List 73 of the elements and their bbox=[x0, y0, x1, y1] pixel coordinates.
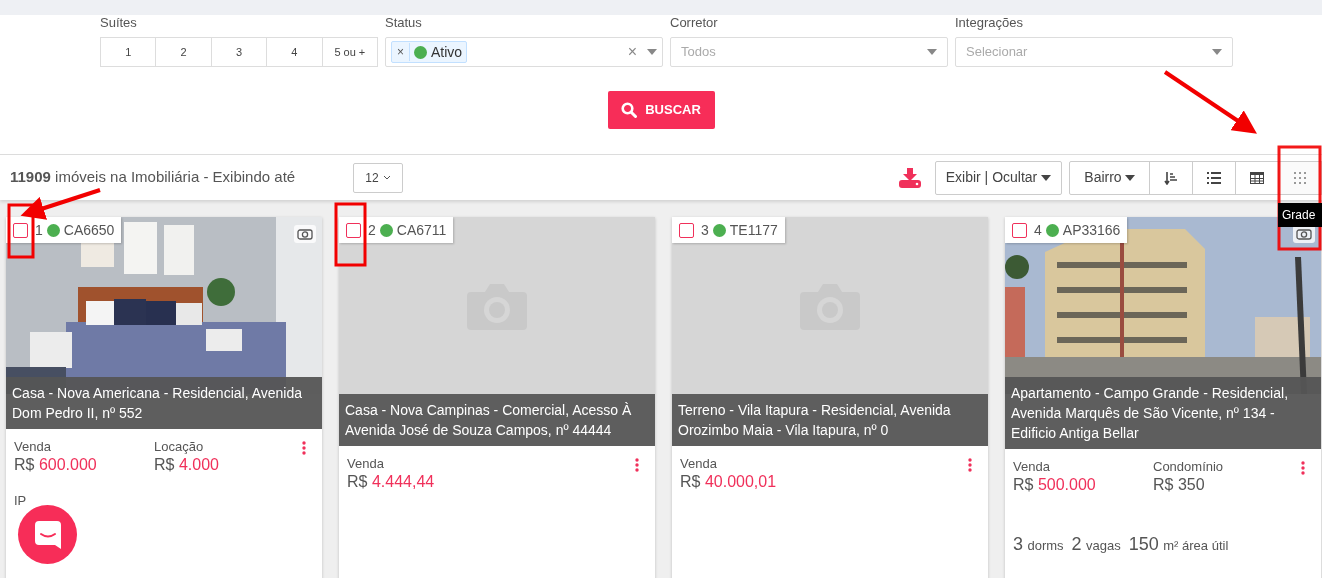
page-size-select[interactable]: 12 bbox=[353, 162, 403, 193]
more-options-icon[interactable] bbox=[635, 458, 639, 472]
sort-icon bbox=[1164, 170, 1178, 185]
suites-option[interactable]: 3 bbox=[210, 37, 268, 67]
results-summary: 11909 imóveis na Imobiliária - Exibindo até bbox=[10, 167, 297, 188]
card-index: 4 bbox=[1034, 220, 1042, 240]
filter-label: Corretor bbox=[670, 15, 719, 32]
chevron-icon bbox=[382, 175, 391, 180]
show-hide-button[interactable]: Exibir | Ocultar bbox=[935, 160, 1062, 195]
price-label: Venda bbox=[14, 439, 52, 455]
price-label: Locação bbox=[154, 439, 205, 455]
property-code: AP33166 bbox=[1062, 220, 1121, 240]
price-label: Venda bbox=[347, 456, 385, 472]
more-options-icon[interactable] bbox=[302, 441, 306, 455]
price-label: Condomínio bbox=[1153, 459, 1225, 475]
view-toggle[interactable] bbox=[1149, 160, 1193, 195]
card-title[interactable]: Casa - Nova Americana - Residencial, Avenida Dom Pedro II, nº 552 bbox=[6, 377, 322, 429]
price-label: Venda bbox=[680, 456, 718, 472]
caret-icon bbox=[647, 49, 657, 55]
feature-text: 2 vagas bbox=[1071, 533, 1121, 556]
card-title[interactable]: Terreno - Vila Itapura - Residencial, Avenida Orozimbo Maia - Vila Itapura, nº 0 bbox=[672, 394, 988, 446]
filter-label: Integrações bbox=[955, 15, 1024, 32]
clear-selection[interactable]: × bbox=[627, 40, 637, 64]
card-index: 1 bbox=[35, 220, 43, 240]
chip-label: Ativo bbox=[430, 42, 464, 62]
view-toggle[interactable] bbox=[1235, 160, 1279, 195]
highlight-frame bbox=[7, 203, 35, 259]
price-label: IP bbox=[14, 492, 28, 510]
more-options-icon[interactable] bbox=[1301, 461, 1305, 475]
card-index: 2 bbox=[368, 220, 376, 240]
feature-text: 150 m² área útil bbox=[1128, 533, 1229, 556]
feature-text: 3 dorms bbox=[1013, 533, 1064, 556]
grid-icon bbox=[1294, 171, 1306, 184]
select-checkbox[interactable] bbox=[346, 222, 361, 238]
caret-icon bbox=[1124, 174, 1135, 181]
status-select[interactable]: × Ativo × bbox=[385, 37, 663, 67]
price-value: R$ 500.000 bbox=[1013, 475, 1097, 495]
download-icon[interactable] bbox=[899, 167, 921, 188]
table-icon bbox=[1250, 171, 1264, 184]
list-icon bbox=[1207, 171, 1221, 184]
chat-icon bbox=[34, 520, 61, 549]
card-index: 3 bbox=[701, 220, 709, 240]
caret-icon bbox=[1041, 174, 1052, 181]
price-value: R$ 600.000 bbox=[14, 455, 98, 475]
card-title[interactable]: Apartamento - Campo Grande - Residencial, Avenida Marquês de São Vicente, nº 134 - Edificio Antiga Bellar bbox=[1005, 377, 1321, 449]
more-options-icon[interactable] bbox=[968, 458, 972, 472]
price-value: R$ 350 bbox=[1153, 475, 1206, 495]
price-value: R$ 40.000,01 bbox=[680, 472, 778, 492]
suites-option[interactable]: 4 bbox=[266, 37, 323, 67]
chip-remove[interactable]: × bbox=[392, 43, 410, 61]
tooltip: Grade bbox=[1278, 203, 1322, 227]
price-label: Venda bbox=[1013, 459, 1051, 475]
filter-label: Status bbox=[385, 15, 423, 32]
search-button[interactable]: BUSCAR bbox=[607, 91, 715, 129]
suites-option[interactable]: 1 bbox=[100, 37, 157, 67]
suites-option[interactable]: 2 bbox=[155, 37, 212, 67]
highlight-frame bbox=[334, 202, 367, 267]
property-code: CA6650 bbox=[63, 220, 115, 240]
property-code: TE1177 bbox=[729, 220, 778, 240]
search-icon bbox=[621, 102, 638, 118]
card-title[interactable]: Casa - Nova Campinas - Comercial, Acesso À Avenida José de Souza Campos, nº 44444 bbox=[339, 394, 655, 446]
price-value: R$ 4.000 bbox=[154, 455, 220, 475]
price-value: R$ 4.444,44 bbox=[347, 472, 436, 492]
caret-icon bbox=[927, 49, 937, 55]
caret-icon bbox=[1212, 49, 1222, 55]
photo-count-icon bbox=[294, 225, 316, 243]
view-toggle[interactable] bbox=[1192, 160, 1236, 195]
select-checkbox[interactable] bbox=[13, 222, 28, 238]
select-checkbox[interactable] bbox=[1012, 222, 1027, 238]
property-code: CA6711 bbox=[396, 220, 447, 240]
suites-option[interactable]: 5 ou + bbox=[321, 37, 379, 67]
filter-label: Suítes bbox=[100, 15, 138, 32]
select-checkbox[interactable] bbox=[679, 222, 694, 238]
